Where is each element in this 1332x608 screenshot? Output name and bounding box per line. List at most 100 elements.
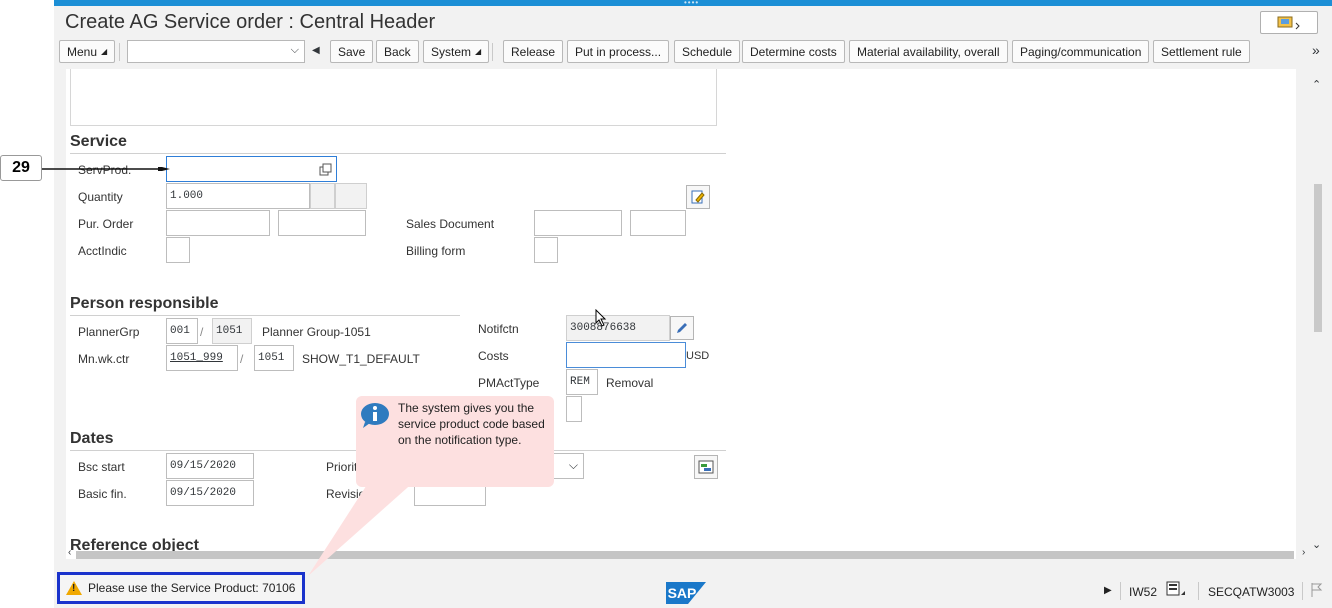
mnwkctr-description: SHOW_T1_DEFAULT [302,352,420,366]
flag-icon[interactable] [1310,582,1324,601]
menu-button[interactable]: Menu ◢ [59,40,116,63]
pur-order-item-field[interactable] [278,210,366,236]
mnwkctr-label: Mn.wk.ctr [78,352,130,366]
acctindic-label: AcctIndic [78,244,127,258]
paging-communication-button[interactable]: Paging/communication [1012,40,1150,63]
value-help-icon[interactable] [319,163,332,176]
status-bar: ! Please use the Service Product: 70106 … [54,568,1332,608]
dropdown-corner-icon: ◢ [101,47,108,56]
system-label: System [431,44,472,59]
system-button[interactable]: System ◢ [423,40,490,63]
bsc-start-label: Bsc start [78,460,125,474]
step-number-badge: 29 [0,155,42,181]
monitor-settings-icon [1277,16,1300,29]
service-section-title: Service [70,133,127,150]
callout-text: The system gives you the service product… [398,401,545,447]
vertical-scroll-thumb[interactable] [1314,184,1322,332]
pmacttype-label: PMActType [478,376,540,390]
previous-section-panel [70,69,717,126]
sap-logo: SAP [666,582,706,604]
chevron-down-icon[interactable]: ⌵ [291,44,299,57]
status-message-text: Please use the Service Product: 70106 [88,581,296,595]
back-button[interactable]: Back [376,40,419,63]
toolbar-divider [119,43,120,61]
pmacttype-field[interactable]: REM [566,369,598,395]
acctindic-field[interactable] [166,237,190,263]
info-icon [361,403,389,428]
put-in-process-button[interactable]: Put in process... [567,40,670,63]
unit-desc-field [335,183,367,209]
edit-notification-button[interactable] [670,316,694,340]
mnwkctr-value: 1051_999 [170,352,223,364]
plannergrp-field[interactable]: 001 [166,318,198,344]
quantity-label: Quantity [78,190,123,204]
info-callout: The system gives you the service product… [356,396,554,487]
page-title: Create AG Service order : Central Header [65,11,436,33]
material-availability-button[interactable]: Material availability, overall [849,40,1008,63]
basic-fin-label: Basic fin. [78,487,127,501]
schedule-graph-icon [698,460,714,474]
priority-label: Priorit [326,460,358,474]
warning-icon: ! [66,581,82,595]
planning-plant-field: 1051 [212,318,252,344]
scroll-right-icon[interactable]: › [1302,547,1305,558]
session-info-icon[interactable] [1166,581,1186,600]
menu-label: Menu [67,44,98,59]
edit-note-button[interactable] [686,185,710,209]
extra-indicator-field[interactable] [566,396,582,422]
pur-order-field[interactable] [166,210,270,236]
schedule-button[interactable]: Schedule [674,40,741,63]
save-button[interactable]: Save [330,40,374,63]
billing-form-field[interactable] [534,237,558,263]
mnwkctr-field[interactable]: 1051_999 [166,345,238,371]
sales-document-field[interactable] [534,210,622,236]
customize-layout-button[interactable] [1260,11,1318,34]
unit-field [310,183,335,209]
mnwkctr-plant-field[interactable]: 1051 [254,345,294,371]
transaction-code: IW52 [1129,585,1158,599]
dropdown-corner-icon: ◢ [475,47,482,56]
main-form-area: Service ServProd. Quantity 1.000 Pur. Or… [66,69,1296,559]
scroll-left-icon[interactable]: ‹ [68,547,71,558]
pur-order-label: Pur. Order [78,217,134,231]
slash-separator: / [240,352,244,366]
expand-status-icon[interactable]: ▶ [1104,585,1112,596]
plannergrp-label: PlannerGrp [78,325,140,339]
edit-note-icon [691,190,705,204]
costs-label: Costs [478,349,509,363]
costs-field[interactable] [566,342,686,368]
more-actions-icon[interactable]: » [1312,42,1320,58]
toolbar-divider [492,43,493,61]
pointer-arrow [42,167,170,171]
scroll-down-icon[interactable]: ⌄ [1312,538,1321,551]
release-button[interactable]: Release [503,40,564,63]
settlement-rule-button[interactable]: Settlement rule [1153,40,1250,63]
vertical-scrollbar[interactable]: ⌃ ⌄ [1312,76,1324,556]
status-divider [1302,582,1303,600]
section-divider [70,153,726,154]
pmacttype-description: Removal [606,376,654,390]
horizontal-scroll-thumb[interactable] [76,551,1294,559]
horizontal-scrollbar[interactable]: ‹ › [68,547,1305,561]
scroll-up-icon[interactable]: ⌃ [1312,78,1321,91]
application-toolbar: Menu ◢ ⌵ ◀ Save Back System ◢ Release Put … [54,40,1332,67]
quantity-field[interactable]: 1.000 [166,183,310,209]
slash-separator: / [200,325,204,339]
scheduling-overview-button[interactable] [694,455,718,479]
bsc-start-field[interactable]: 09/15/2020 [166,453,254,479]
basic-fin-field[interactable]: 09/15/2020 [166,480,254,506]
determine-costs-button[interactable]: Determine costs [742,40,845,63]
mouse-cursor-icon [595,309,607,327]
section-divider [70,315,460,316]
status-message[interactable]: ! Please use the Service Product: 70106 [57,572,305,604]
notification-field: 3008876638 [566,315,670,341]
currency-label: USD [686,350,710,362]
status-divider [1198,582,1199,600]
sales-document-item-field[interactable] [630,210,686,236]
system-id: SECQATW3003 [1208,585,1295,599]
collapse-left-icon[interactable]: ◀ [312,45,320,56]
command-field[interactable]: ⌵ [127,40,305,63]
plannergrp-description: Planner Group-1051 [262,325,371,339]
servprod-field[interactable] [166,156,337,182]
notification-label: Notifctn [478,322,519,336]
